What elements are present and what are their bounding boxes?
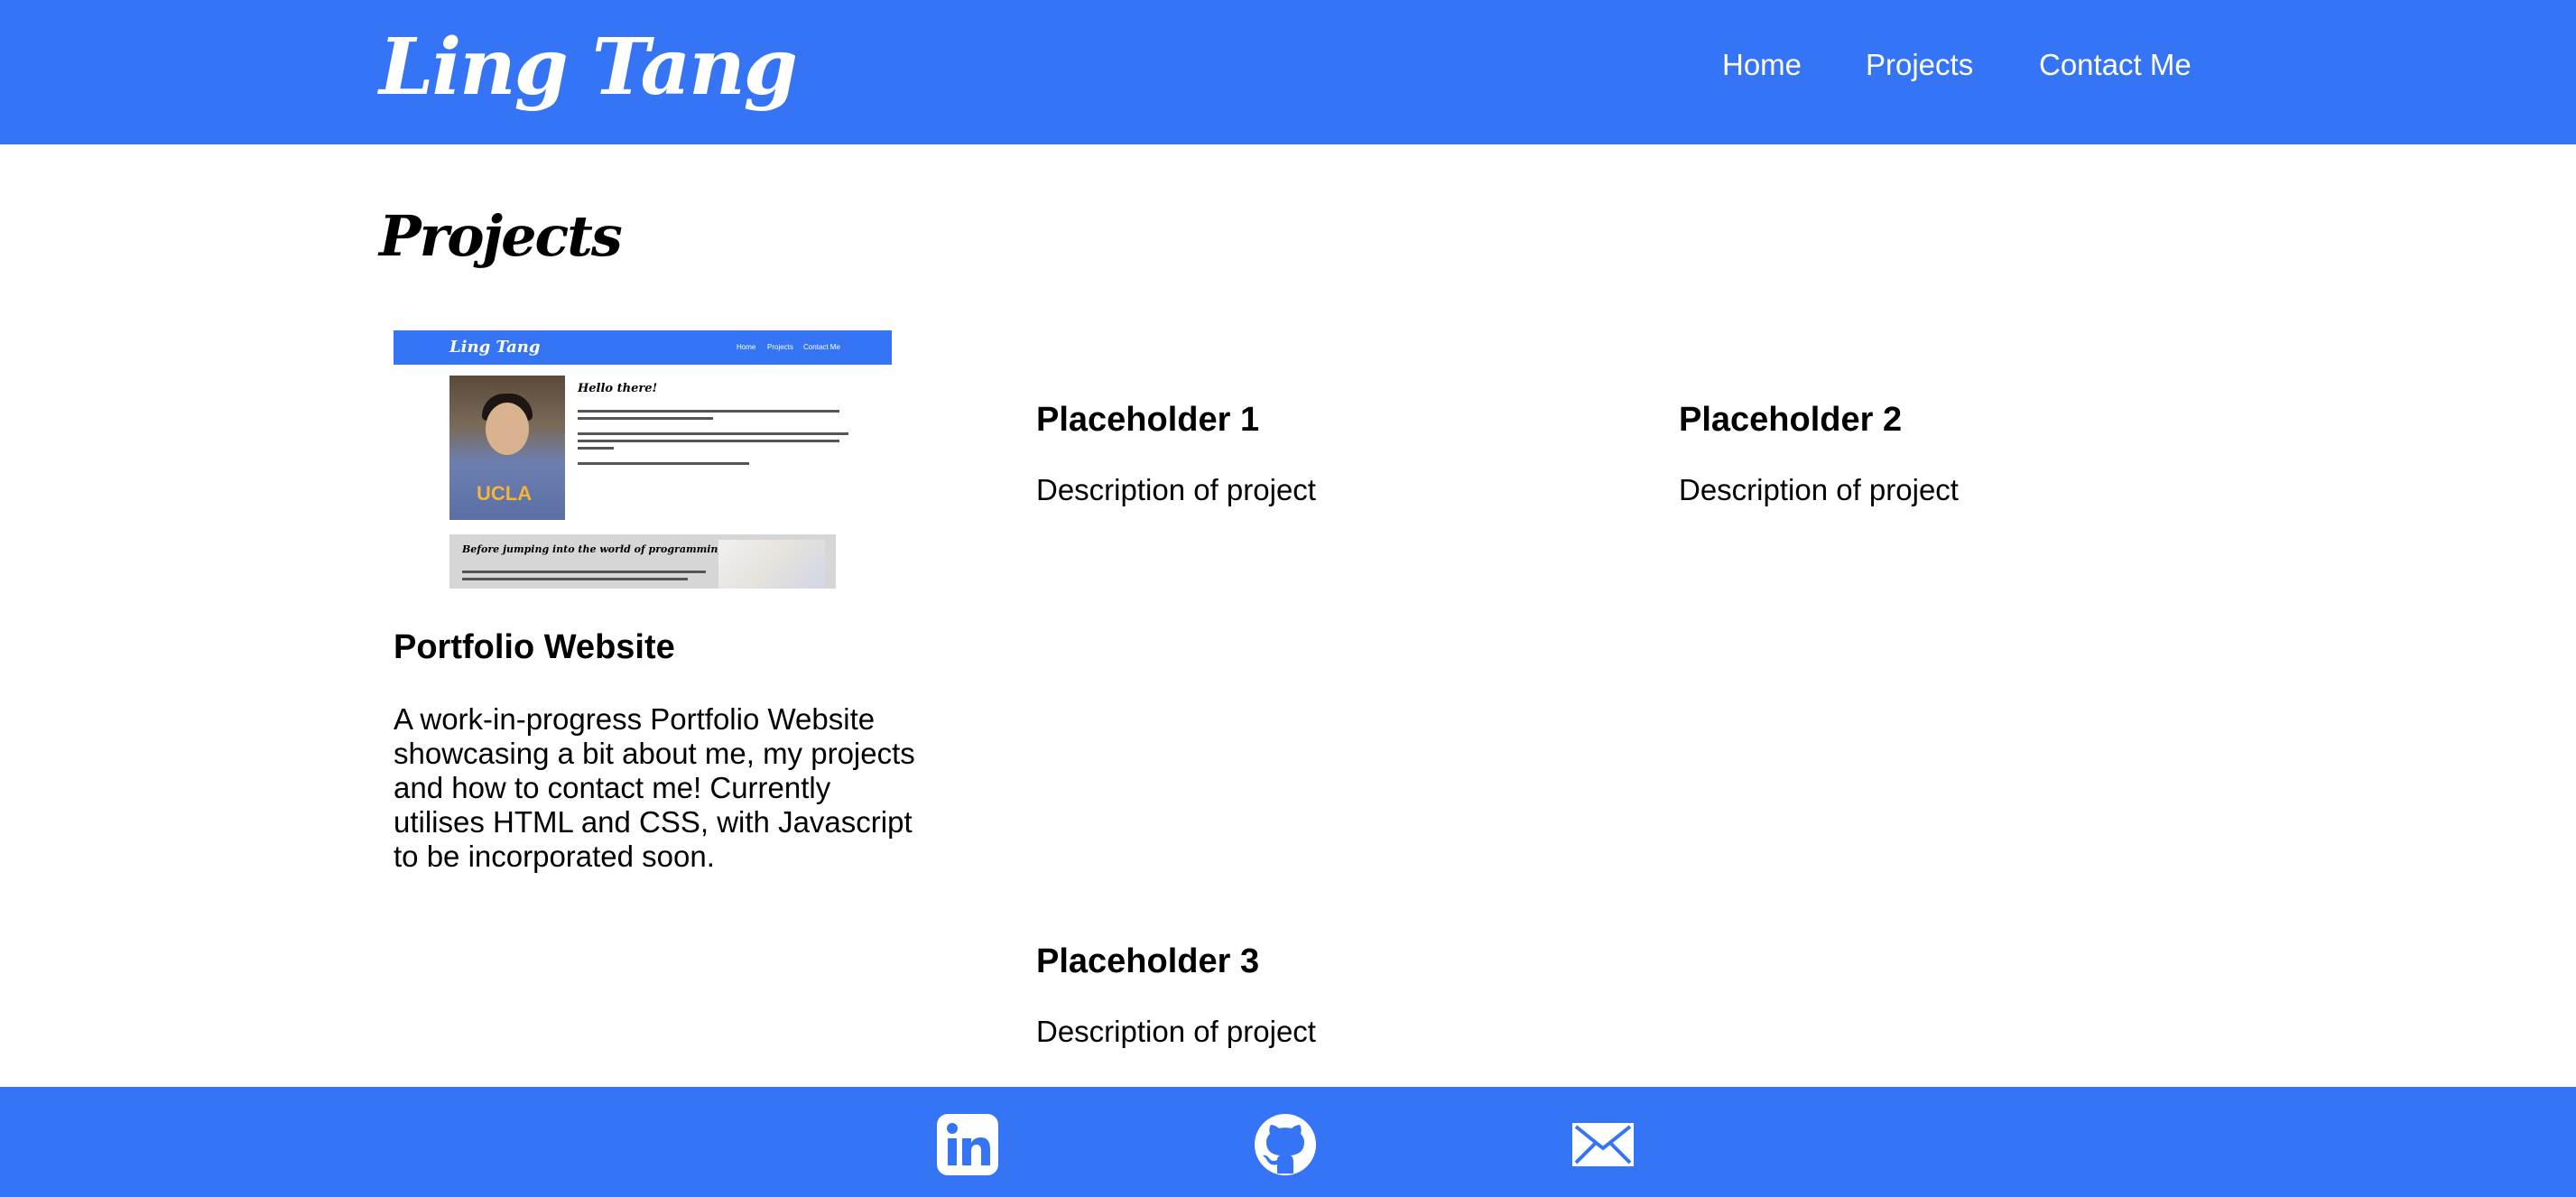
project-description-placeholder-3: Description of project <box>1036 1015 1316 1048</box>
top-nav-bar: Ling Tang Home Projects Contact Me <box>0 0 2576 144</box>
thumbnail-nav-projects: Projects <box>767 343 793 351</box>
project-description-portfolio: A work-in-progress Portfolio Website sho… <box>394 702 915 873</box>
project-title-placeholder-3[interactable]: Placeholder 3 <box>1036 939 1259 984</box>
project-description-placeholder-2: Description of project <box>1679 473 1959 506</box>
project-title-portfolio[interactable]: Portfolio Website <box>394 625 675 670</box>
thumbnail-shirt-text: UCLA <box>477 482 533 505</box>
nav-link-contact[interactable]: Contact Me <box>2039 42 2191 88</box>
thumbnail-nav-bar: Ling Tang Home Projects Contact Me <box>394 330 892 365</box>
portfolio-website-thumbnail[interactable]: Ling Tang Home Projects Contact Me UCLA … <box>394 330 892 589</box>
thumbnail-intro-text <box>578 410 848 469</box>
thumbnail-nav-contact: Contact Me <box>803 343 840 351</box>
thumbnail-background-section: Before jumping into the world of program… <box>449 534 836 589</box>
thumbnail-greeting: Hello there! <box>578 382 658 395</box>
nav-link-projects[interactable]: Projects <box>1866 42 1973 88</box>
project-title-placeholder-2[interactable]: Placeholder 2 <box>1679 397 1902 442</box>
page-title: Projects <box>379 203 623 269</box>
footer-bar <box>0 1087 2576 1197</box>
linkedin-icon[interactable] <box>935 1112 1000 1177</box>
thumbnail-nav-home: Home <box>737 343 756 351</box>
thumbnail-section-image <box>718 540 825 589</box>
site-logo[interactable]: Ling Tang <box>379 18 798 117</box>
thumbnail-section-title: Before jumping into the world of program… <box>462 543 736 555</box>
project-title-placeholder-1[interactable]: Placeholder 1 <box>1036 397 1259 442</box>
github-icon[interactable] <box>1253 1112 1318 1177</box>
thumbnail-logo: Ling Tang <box>449 338 541 357</box>
nav-link-home[interactable]: Home <box>1722 42 1802 88</box>
email-icon[interactable] <box>1571 1112 1635 1177</box>
thumbnail-section-text <box>462 571 706 585</box>
thumbnail-profile-photo: UCLA <box>449 376 565 520</box>
project-description-placeholder-1: Description of project <box>1036 473 1316 506</box>
